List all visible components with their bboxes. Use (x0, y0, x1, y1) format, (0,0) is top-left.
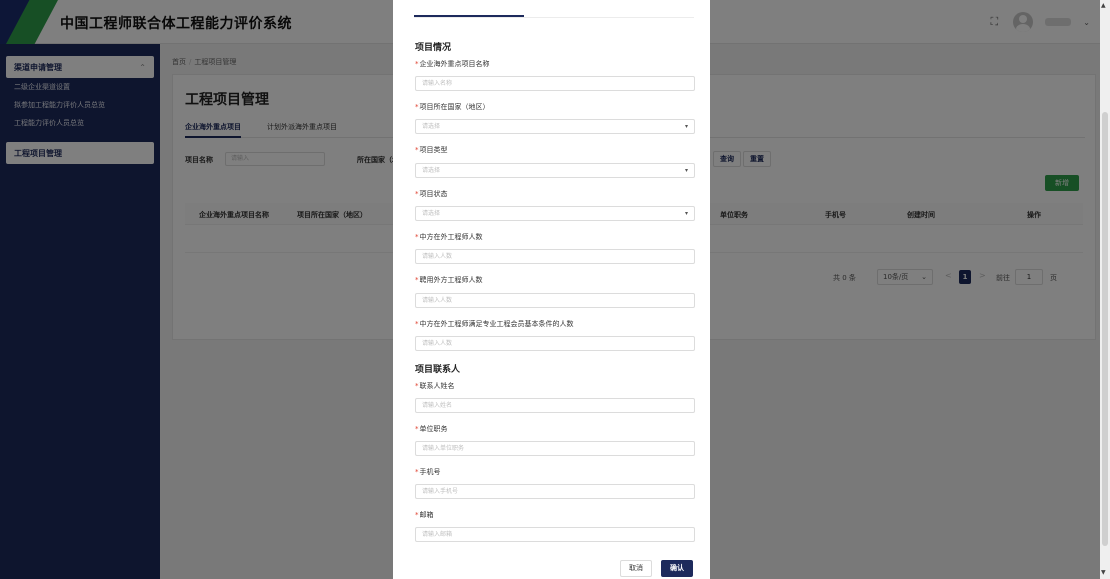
section-title-contact: 项目联系人 (415, 365, 461, 375)
page-scrollbar[interactable]: ▲ ▼ (1100, 0, 1110, 579)
dialog-active-tab-indicator (414, 15, 524, 17)
field-label-position: *单位职务 (415, 424, 448, 434)
required-mark: * (415, 146, 419, 154)
field-label-text: 项目类型 (419, 146, 448, 154)
field-label-contact-name: *联系人姓名 (415, 381, 455, 391)
field-label-qualified-engineers: *中方在外工程师满足专业工程会员基本条件的人数 (415, 319, 574, 329)
qualified-engineers-input[interactable]: 请输入人数 (415, 336, 695, 351)
field-label-project-status: *项目状态 (415, 189, 448, 199)
required-mark: * (415, 190, 419, 198)
field-label-cn-engineers: *中方在外工程师人数 (415, 232, 483, 242)
field-label-text: 中方在外工程师人数 (419, 233, 483, 241)
required-mark: * (415, 103, 419, 111)
required-mark: * (415, 320, 419, 328)
field-label-text: 手机号 (419, 468, 441, 476)
project-type-select[interactable]: 请选择 ▾ (415, 163, 695, 178)
field-label-text: 邮箱 (419, 511, 434, 519)
field-label-phone: *手机号 (415, 467, 441, 477)
project-status-select[interactable]: 请选择 ▾ (415, 206, 695, 221)
scrollbar-thumb[interactable] (1102, 112, 1108, 546)
field-label-text: 项目状态 (419, 190, 448, 198)
project-form-dialog: 项目情况 *企业海外重点项目名称 请输入名称 *项目所在国家（地区） 请选择 ▾ … (393, 0, 710, 579)
required-mark: * (415, 60, 419, 68)
contact-name-input[interactable]: 请输入姓名 (415, 398, 695, 413)
scroll-up-icon[interactable]: ▲ (1101, 2, 1106, 9)
email-input[interactable]: 请输入邮箱 (415, 527, 695, 542)
required-mark: * (415, 425, 419, 433)
confirm-button[interactable]: 确认 (661, 560, 693, 577)
cn-engineers-input[interactable]: 请输入人数 (415, 249, 695, 264)
select-placeholder: 请选择 (422, 210, 441, 217)
caret-down-icon: ▾ (684, 123, 688, 130)
select-placeholder: 请选择 (422, 123, 441, 130)
project-name-input[interactable]: 请输入名称 (415, 76, 695, 91)
section-title-project-info: 项目情况 (415, 43, 452, 53)
caret-down-icon: ▾ (684, 210, 688, 217)
field-label-text: 中方在外工程师满足专业工程会员基本条件的人数 (419, 320, 574, 328)
required-mark: * (415, 382, 419, 390)
field-label-text: 联系人姓名 (419, 382, 455, 390)
required-mark: * (415, 511, 419, 519)
phone-input[interactable]: 请输入手机号 (415, 484, 695, 499)
field-label-text: 聘用外方工程师人数 (419, 276, 483, 284)
field-label-project-name: *企业海外重点项目名称 (415, 59, 490, 69)
required-mark: * (415, 276, 419, 284)
field-label-foreign-engineers: *聘用外方工程师人数 (415, 275, 483, 285)
field-label-text: 项目所在国家（地区） (419, 103, 490, 111)
cancel-button[interactable]: 取消 (620, 560, 652, 577)
required-mark: * (415, 468, 419, 476)
scroll-down-icon[interactable]: ▼ (1101, 569, 1106, 576)
country-select[interactable]: 请选择 ▾ (415, 119, 695, 134)
field-label-text: 企业海外重点项目名称 (419, 60, 490, 68)
field-label-email: *邮箱 (415, 510, 434, 520)
foreign-engineers-input[interactable]: 请输入人数 (415, 293, 695, 308)
required-mark: * (415, 233, 419, 241)
field-label-project-type: *项目类型 (415, 145, 448, 155)
dialog-tab-divider (414, 17, 694, 18)
position-input[interactable]: 请输入单位职务 (415, 441, 695, 456)
field-label-text: 单位职务 (419, 425, 448, 433)
field-label-country: *项目所在国家（地区） (415, 102, 490, 112)
select-placeholder: 请选择 (422, 167, 441, 174)
caret-down-icon: ▾ (684, 167, 688, 174)
